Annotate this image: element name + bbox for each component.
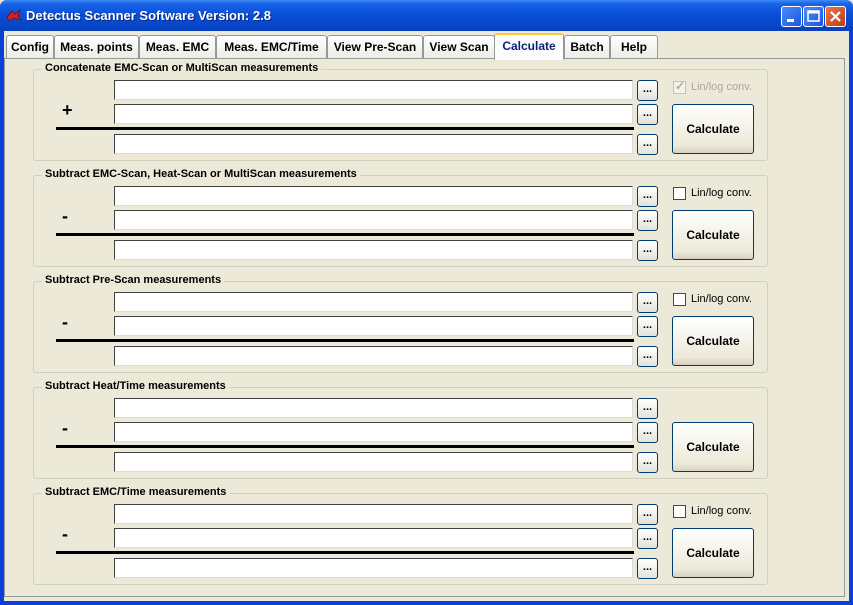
tab-view-scan[interactable]: View Scan bbox=[423, 35, 495, 59]
tab-batch[interactable]: Batch bbox=[564, 35, 610, 59]
browse-button-output[interactable]: ... bbox=[637, 134, 658, 155]
input-file-1[interactable] bbox=[114, 186, 633, 206]
output-file[interactable] bbox=[114, 346, 633, 366]
browse-button-output[interactable]: ... bbox=[637, 240, 658, 261]
output-file[interactable] bbox=[114, 240, 633, 260]
lin-log-checkbox[interactable] bbox=[673, 293, 686, 306]
browse-button-2[interactable]: ... bbox=[637, 104, 658, 125]
lin-log-label: Lin/log conv. bbox=[691, 81, 752, 93]
tab-config[interactable]: Config bbox=[6, 35, 54, 59]
input-file-1[interactable] bbox=[114, 80, 633, 100]
tab-help[interactable]: Help bbox=[610, 35, 658, 59]
calculate-button[interactable]: Calculate bbox=[672, 316, 754, 366]
calculate-button[interactable]: Calculate bbox=[672, 528, 754, 578]
subtract-pre-scan-group: Subtract Pre-Scan measurements ... - ...… bbox=[33, 274, 768, 373]
input-file-2[interactable] bbox=[114, 422, 633, 442]
operator-plus: + bbox=[62, 100, 73, 120]
close-button[interactable] bbox=[825, 6, 846, 27]
input-file-2[interactable] bbox=[114, 528, 633, 548]
input-file-1[interactable] bbox=[114, 504, 633, 524]
browse-button-output[interactable]: ... bbox=[637, 558, 658, 579]
browse-button-2[interactable]: ... bbox=[637, 422, 658, 443]
client-area: Config Meas. points Meas. EMC Meas. EMC/… bbox=[4, 31, 849, 601]
operator-minus: - bbox=[62, 418, 68, 438]
result-divider bbox=[56, 551, 634, 554]
group-title: Subtract EMC-Scan, Heat-Scan or MultiSca… bbox=[42, 168, 360, 180]
calculate-panel: Concatenate EMC-Scan or MultiScan measur… bbox=[4, 58, 845, 597]
operator-minus: - bbox=[62, 524, 68, 544]
tab-calculate[interactable]: Calculate bbox=[494, 33, 564, 60]
result-divider bbox=[56, 127, 634, 130]
lin-log-label: Lin/log conv. bbox=[691, 293, 752, 305]
tab-meas-points[interactable]: Meas. points bbox=[54, 35, 139, 59]
app-logo-icon bbox=[6, 9, 22, 22]
result-divider bbox=[56, 445, 634, 448]
subtract-emc-scan-group: Subtract EMC-Scan, Heat-Scan or MultiSca… bbox=[33, 168, 768, 267]
operator-minus: - bbox=[62, 206, 68, 226]
input-file-1[interactable] bbox=[114, 398, 633, 418]
browse-button-1[interactable]: ... bbox=[637, 504, 658, 525]
tab-meas-emc[interactable]: Meas. EMC bbox=[139, 35, 216, 59]
app-window: Detectus Scanner Software Version: 2.8 C… bbox=[0, 0, 853, 605]
browse-button-2[interactable]: ... bbox=[637, 210, 658, 231]
output-file[interactable] bbox=[114, 134, 633, 154]
operator-minus: - bbox=[62, 312, 68, 332]
group-title: Concatenate EMC-Scan or MultiScan measur… bbox=[42, 62, 322, 74]
input-file-2[interactable] bbox=[114, 210, 633, 230]
calculate-button[interactable]: Calculate bbox=[672, 422, 754, 472]
calculate-button[interactable]: Calculate bbox=[672, 104, 754, 154]
maximize-button[interactable] bbox=[803, 6, 824, 27]
group-title: Subtract Pre-Scan measurements bbox=[42, 274, 225, 286]
browse-button-2[interactable]: ... bbox=[637, 316, 658, 337]
result-divider bbox=[56, 233, 634, 236]
browse-button-2[interactable]: ... bbox=[637, 528, 658, 549]
window-title: Detectus Scanner Software Version: 2.8 bbox=[26, 8, 271, 23]
maximize-icon bbox=[807, 10, 820, 22]
group-title: Subtract Heat/Time measurements bbox=[42, 380, 229, 392]
result-divider bbox=[56, 339, 634, 342]
lin-log-checkbox[interactable]: ✓ bbox=[673, 79, 686, 94]
lin-log-label: Lin/log conv. bbox=[691, 187, 752, 199]
browse-button-1[interactable]: ... bbox=[637, 80, 658, 101]
minimize-icon bbox=[787, 19, 794, 22]
minimize-button[interactable] bbox=[781, 6, 802, 27]
browse-button-output[interactable]: ... bbox=[637, 346, 658, 367]
title-bar[interactable]: Detectus Scanner Software Version: 2.8 bbox=[0, 0, 853, 31]
concatenate-group: Concatenate EMC-Scan or MultiScan measur… bbox=[33, 62, 768, 161]
calculate-button[interactable]: Calculate bbox=[672, 210, 754, 260]
lin-log-checkbox[interactable] bbox=[673, 187, 686, 200]
tab-meas-emc-time[interactable]: Meas. EMC/Time bbox=[216, 35, 327, 59]
checkmark-icon: ✓ bbox=[675, 79, 686, 93]
input-file-2[interactable] bbox=[114, 104, 633, 124]
output-file[interactable] bbox=[114, 558, 633, 578]
close-icon bbox=[830, 11, 841, 22]
group-title: Subtract EMC/Time measurements bbox=[42, 486, 230, 498]
browse-button-1[interactable]: ... bbox=[637, 292, 658, 313]
input-file-1[interactable] bbox=[114, 292, 633, 312]
browse-button-output[interactable]: ... bbox=[637, 452, 658, 473]
tab-view-pre-scan[interactable]: View Pre-Scan bbox=[327, 35, 423, 59]
output-file[interactable] bbox=[114, 452, 633, 472]
input-file-2[interactable] bbox=[114, 316, 633, 336]
subtract-emc-time-group: Subtract EMC/Time measurements ... - ...… bbox=[33, 486, 768, 585]
browse-button-1[interactable]: ... bbox=[637, 398, 658, 419]
subtract-heat-time-group: Subtract Heat/Time measurements ... - ..… bbox=[33, 380, 768, 479]
browse-button-1[interactable]: ... bbox=[637, 186, 658, 207]
lin-log-label: Lin/log conv. bbox=[691, 505, 752, 517]
lin-log-checkbox[interactable] bbox=[673, 505, 686, 518]
